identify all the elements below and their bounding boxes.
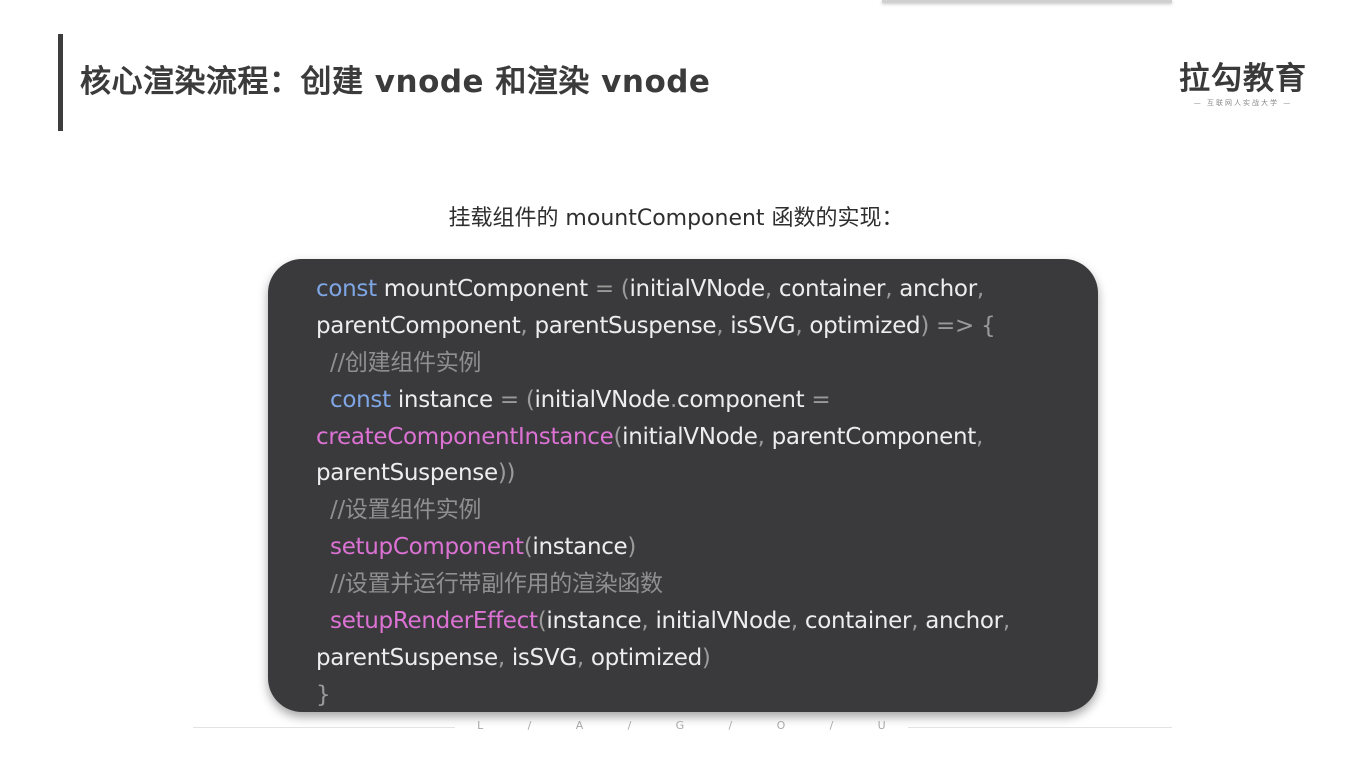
footer-letter: O: [776, 719, 786, 732]
footer-letter: /: [728, 719, 733, 732]
code-line: parentComponent, parentSuspense, isSVG, …: [316, 308, 1010, 345]
footer-divider-right: [908, 727, 1172, 728]
code-token: initialVNode: [534, 386, 671, 413]
code-token: setupComponent: [316, 534, 524, 561]
code-token: ,: [576, 644, 591, 671]
code-line: const instance = (initialVNode.component…: [316, 382, 1010, 419]
title-accent-bar: [58, 34, 63, 131]
code-token: ,: [757, 423, 772, 450]
code-token: parentComponent: [771, 423, 977, 450]
code-token: const: [316, 386, 391, 413]
code-token: instance: [546, 608, 642, 635]
footer-wordmark: L / A / G / O / U: [455, 719, 908, 732]
code-token: anchor: [899, 276, 977, 302]
footer-letter: A: [575, 719, 584, 732]
code-token: ,: [976, 276, 984, 302]
code-line: }: [316, 677, 1010, 712]
code-token: = (: [594, 276, 630, 302]
page-title: 核心渲染流程：创建 vnode 和渲染 vnode: [80, 64, 711, 100]
code-token: initialVNode: [655, 608, 791, 635]
footer-letter: /: [527, 719, 532, 732]
code-token: mountComponent: [376, 276, 595, 302]
code-token: parentSuspense: [316, 644, 498, 671]
logo-text: 拉勾教育: [1179, 61, 1307, 97]
code-token: ,: [1002, 608, 1010, 635]
code-token: parentSuspense: [316, 460, 498, 487]
code-token: setupRenderEffect: [316, 608, 538, 635]
code-line: setupRenderEffect(instance, initialVNode…: [316, 603, 1010, 640]
code-block: const mountComponent = (initialVNode, co…: [316, 271, 1010, 712]
code-token: initialVNode: [622, 423, 758, 450]
code-token: ): [627, 534, 637, 561]
footer-letter: U: [877, 719, 886, 732]
top-bar-shadow: [882, 0, 1172, 3]
code-token: ): [701, 644, 711, 671]
code-line: parentSuspense)): [316, 455, 1010, 492]
code-token: ,: [764, 276, 779, 302]
code-token: ,: [911, 608, 926, 635]
code-token: //创建组件实例: [316, 349, 482, 376]
code-token: optimized: [590, 644, 702, 671]
footer-letter: G: [675, 719, 685, 732]
code-token: //设置组件实例: [316, 497, 482, 524]
footer-letter: /: [829, 719, 834, 732]
code-token: instance: [532, 534, 628, 561]
code-token: =: [811, 386, 831, 413]
code-token: initialVNode: [629, 276, 765, 302]
code-token: ,: [976, 423, 984, 450]
code-token: isSVG: [511, 644, 577, 671]
brand-logo: 拉勾教育 — 互联网人实战大学 —: [1176, 60, 1310, 108]
code-token: //设置并运行带副作用的渲染函数: [316, 571, 663, 598]
code-token: ,: [795, 312, 810, 339]
code-token: parentComponent: [316, 312, 521, 339]
footer-letter: /: [627, 719, 632, 732]
code-token: (: [613, 423, 623, 450]
code-token: container: [778, 276, 886, 302]
slide-subtitle: 挂载组件的 mountComponent 函数的实现：: [448, 206, 904, 231]
code-token: optimized: [809, 312, 921, 339]
code-token: parentSuspense: [534, 312, 717, 339]
footer-divider-left: [193, 727, 455, 728]
code-token: instance: [390, 386, 500, 413]
code-token: )): [497, 460, 516, 487]
logo-tagline: — 互联网人实战大学 —: [1193, 99, 1293, 107]
code-line: const mountComponent = (initialVNode, co…: [316, 271, 1010, 308]
code-token: ,: [716, 312, 731, 339]
code-token: ,: [520, 312, 535, 339]
code-token: ) => {: [920, 312, 996, 339]
code-line: //设置并运行带副作用的渲染函数: [316, 566, 1010, 603]
code-token: anchor: [925, 608, 1003, 635]
code-line: parentSuspense, isSVG, optimized): [316, 640, 1010, 677]
code-token: const: [316, 276, 377, 302]
code-token: ,: [790, 608, 805, 635]
code-line: createComponentInstance(initialVNode, pa…: [316, 419, 1010, 456]
code-token: .: [669, 386, 677, 413]
code-line: //设置组件实例: [316, 492, 1010, 529]
code-token: = (: [499, 386, 535, 413]
code-token: ,: [885, 276, 900, 302]
code-line: setupComponent(instance): [316, 529, 1010, 566]
code-token: ,: [641, 608, 656, 635]
code-token: }: [316, 681, 331, 708]
code-token: createComponentInstance: [316, 423, 614, 450]
code-token: isSVG: [730, 312, 796, 339]
code-token: ,: [497, 644, 512, 671]
footer-letter: L: [477, 719, 484, 732]
code-token: container: [804, 608, 912, 635]
code-panel: const mountComponent = (initialVNode, co…: [268, 259, 1098, 712]
code-line: //创建组件实例: [316, 345, 1010, 382]
code-token: component: [676, 386, 812, 413]
